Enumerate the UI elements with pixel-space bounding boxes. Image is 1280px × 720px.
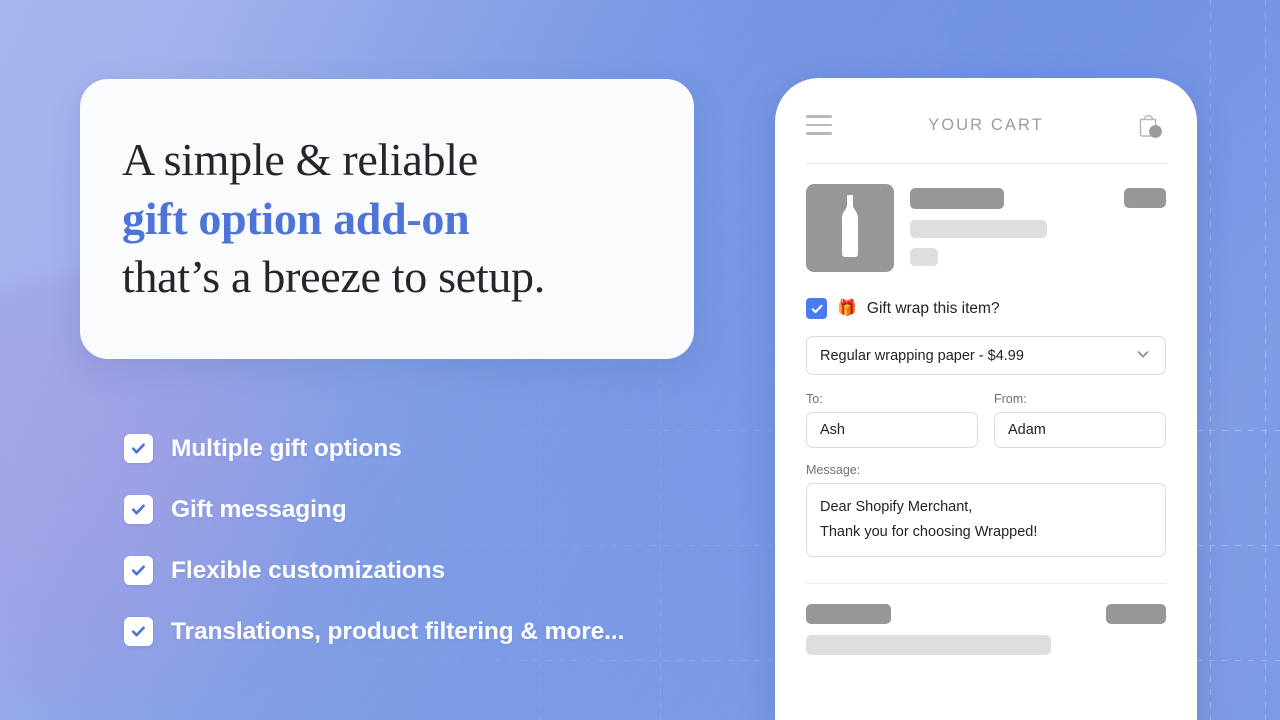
shopping-bag-icon[interactable]	[1132, 108, 1166, 142]
checkbox-checked-icon	[124, 617, 153, 646]
feature-list: Multiple gift options Gift messaging Fle…	[124, 418, 744, 662]
headline-line-1: A simple & reliable	[122, 133, 478, 185]
product-meta-placeholder	[910, 248, 938, 266]
hamburger-icon[interactable]	[806, 115, 832, 135]
from-input[interactable]: Adam	[994, 412, 1166, 448]
gift-recipient-fields: To: Ash From: Adam	[784, 375, 1188, 448]
footer-label-placeholder	[806, 603, 891, 624]
headline-line-3: that’s a breeze to setup.	[122, 251, 545, 303]
cart-title: YOUR CART	[928, 115, 1044, 134]
product-title-placeholder	[910, 188, 1004, 209]
headline-card: A simple & reliable gift option add-on t…	[80, 79, 694, 359]
bottle-icon	[835, 193, 865, 264]
feature-item-translations: Translations, product filtering & more..…	[124, 601, 744, 662]
footer-placeholder-row	[806, 603, 1166, 624]
feature-label: Gift messaging	[171, 495, 347, 523]
checkbox-checked-icon	[124, 434, 153, 463]
footer-note-placeholder	[806, 634, 1051, 655]
to-field-label: To:	[806, 392, 823, 406]
gift-message-group: Message: Dear Shopify Merchant, Thank yo…	[784, 448, 1188, 557]
footer-value-placeholder	[1106, 603, 1166, 624]
from-field-group: From: Adam	[994, 392, 1166, 448]
to-field-group: To: Ash	[806, 392, 978, 448]
cart-footer-placeholders	[784, 584, 1188, 655]
cart-product-row	[784, 164, 1188, 272]
product-subtitle-placeholder	[910, 220, 1047, 238]
cart-header: YOUR CART	[784, 87, 1188, 163]
message-textarea[interactable]: Dear Shopify Merchant, Thank you for cho…	[806, 483, 1166, 557]
phone-screen: YOUR CART 🎁 Gift wrap this item? Regular…	[784, 87, 1188, 720]
feature-label: Multiple gift options	[171, 434, 402, 462]
checkbox-checked-icon	[124, 556, 153, 585]
feature-label: Flexible customizations	[171, 556, 446, 584]
feature-item-multiple-gift-options: Multiple gift options	[124, 418, 744, 479]
headline-line-2-accent: gift option add-on	[122, 192, 470, 244]
from-field-label: From:	[994, 392, 1027, 406]
product-price-placeholder	[1124, 188, 1166, 208]
chevron-down-icon	[1134, 345, 1152, 367]
message-line-2: Thank you for choosing Wrapped!	[820, 523, 1038, 540]
feature-item-flexible-customizations: Flexible customizations	[124, 540, 744, 601]
gift-wrap-row[interactable]: 🎁 Gift wrap this item?	[784, 272, 1188, 319]
product-thumbnail	[806, 184, 894, 272]
wrapping-paper-select[interactable]: Regular wrapping paper - $4.99	[806, 336, 1166, 375]
page-title: A simple & reliable gift option add-on t…	[80, 131, 587, 308]
message-field-label: Message:	[806, 463, 861, 477]
gift-wrap-label: Gift wrap this item?	[866, 299, 1000, 317]
feature-item-gift-messaging: Gift messaging	[124, 479, 744, 540]
message-line-1: Dear Shopify Merchant,	[820, 499, 973, 515]
to-input[interactable]: Ash	[806, 412, 978, 448]
phone-mockup: YOUR CART 🎁 Gift wrap this item? Regular…	[775, 78, 1197, 720]
gift-wrap-checkbox[interactable]	[806, 298, 827, 319]
feature-label: Translations, product filtering & more..…	[171, 617, 625, 645]
wrapping-paper-value: Regular wrapping paper - $4.99	[820, 347, 1024, 364]
checkbox-checked-icon	[124, 495, 153, 524]
gift-box-icon: 🎁	[837, 299, 857, 317]
product-placeholder-lines	[910, 184, 1108, 266]
